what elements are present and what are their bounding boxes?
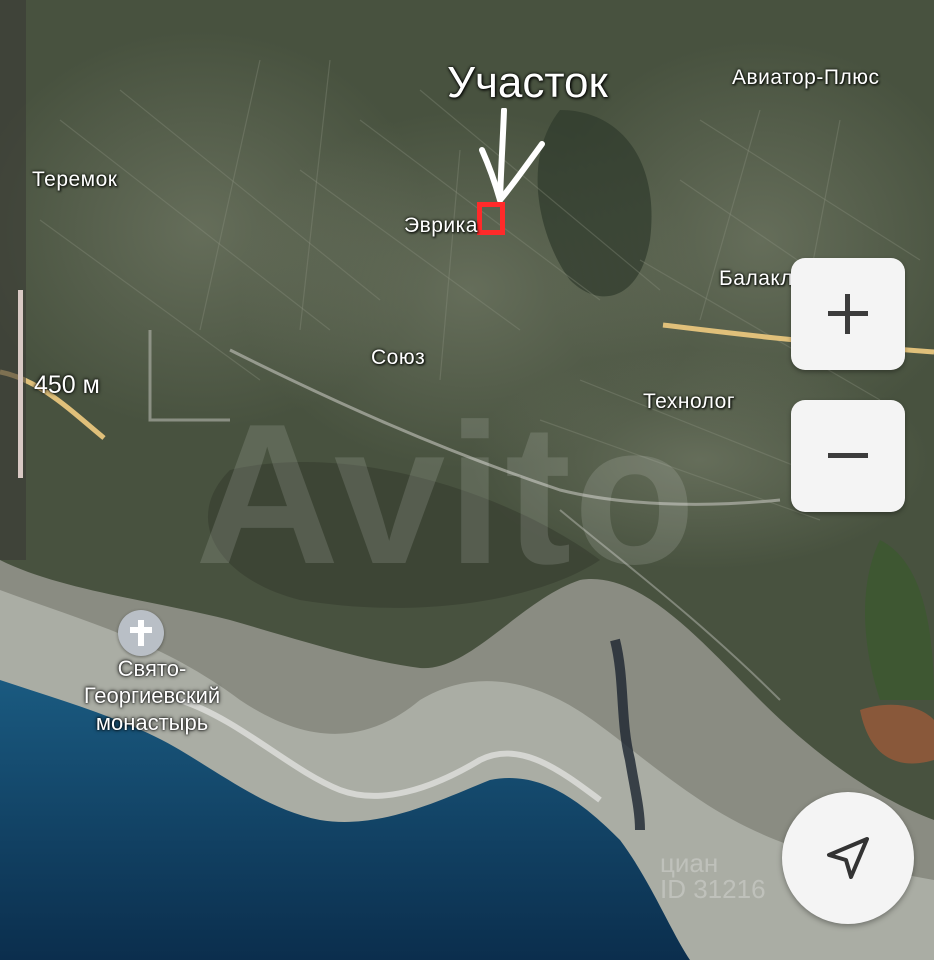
- map-view[interactable]: Участок Теремок Авиатор-Плюс Эврика Бала…: [0, 0, 934, 960]
- poi-label-monastery: Свято- Георгиевский монастырь: [83, 656, 221, 735]
- scale-bar: [18, 290, 23, 478]
- plus-icon: [828, 294, 868, 334]
- zoom-in-button[interactable]: [791, 258, 905, 370]
- place-label-evrika: Эврика: [404, 214, 478, 237]
- cross-icon[interactable]: [118, 610, 164, 656]
- plot-annotation-label: Участок: [447, 58, 608, 107]
- cian-watermark: циан ID 31216: [660, 848, 766, 904]
- plot-marker: [477, 202, 505, 235]
- navigation-arrow-icon: [827, 837, 869, 879]
- avito-watermark: Avito: [195, 383, 698, 606]
- plot-annotation-arrow-icon: [479, 108, 545, 203]
- place-label-aviator: Авиатор-Плюс: [732, 66, 880, 89]
- zoom-out-button[interactable]: [791, 400, 905, 512]
- place-label-teremok: Теремок: [32, 168, 118, 191]
- locate-me-button[interactable]: [782, 792, 914, 924]
- minus-icon: [828, 453, 868, 458]
- place-label-soyuz: Союз: [371, 346, 426, 369]
- scale-label: 450 м: [34, 371, 100, 399]
